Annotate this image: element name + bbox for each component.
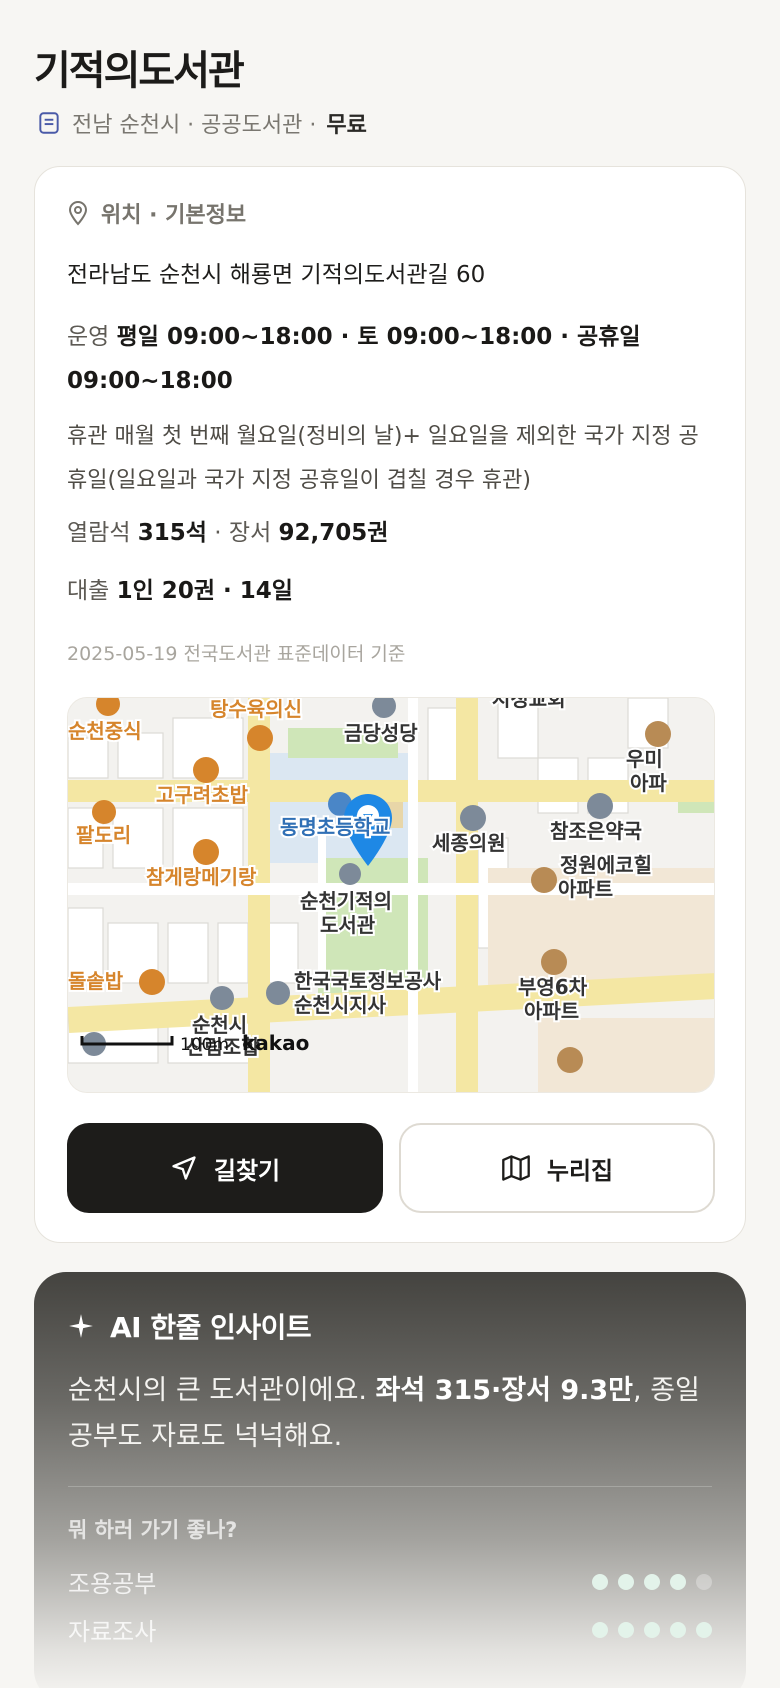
map-label: 순천중식 — [68, 719, 142, 743]
ai-insight-card: AI 한줄 인사이트 순천시의 큰 도서관이에요. 좌석 315·장서 9.3만… — [34, 1272, 746, 1688]
homepage-button[interactable]: 누리집 — [399, 1123, 715, 1213]
section-label: 위치 · 기본정보 — [101, 203, 247, 228]
books-value: 92,705권 — [278, 520, 389, 546]
closed-days: 휴관 매월 첫 번째 월요일(정비의 날)+ 일요일을 제외한 국가 지정 공휴… — [67, 415, 707, 503]
loan-label: 대출 — [67, 578, 110, 604]
purpose-label: 조용공부 — [68, 1570, 157, 1598]
navigation-arrow-icon — [172, 1156, 196, 1180]
map-brand: kakao — [242, 1031, 309, 1055]
fee-badge: 무료 — [326, 113, 367, 138]
ai-question: 뭐 하러 가기 좋나? — [68, 1518, 238, 1542]
map-label: 팥도리 — [76, 823, 131, 847]
map-label: 우미 — [626, 747, 663, 771]
map-label: 금당성당 — [344, 721, 418, 745]
directions-label: 길찾기 — [213, 1156, 281, 1185]
map-label: 순천기적의 — [300, 889, 392, 913]
section-header: 위치 · 기본정보 — [67, 197, 246, 229]
library-meta: 전남 순천시 · 공공도서관 · 무료 — [36, 106, 367, 140]
address: 전라남도 순천시 해룡면 기적의도서관길 60 — [67, 262, 486, 288]
books-label: 장서 — [228, 520, 272, 546]
map-scale: 100m — [180, 1035, 229, 1055]
opening-hours: 운영 평일 09:00~18:00 · 토 09:00~18:00 · 공휴일 … — [67, 315, 707, 403]
purpose-label: 자료조사 — [68, 1618, 157, 1646]
ai-insight-title: AI 한줄 인사이트 — [110, 1311, 312, 1344]
location-pin-icon — [68, 201, 88, 226]
rating-dot-empty — [696, 1573, 712, 1590]
map-icon — [502, 1155, 530, 1181]
rating-dot-filled — [592, 1573, 608, 1590]
map-label: 한국국토정보공사 — [294, 969, 442, 993]
sparkle-icon — [69, 1314, 93, 1338]
info-card: 위치 · 기본정보 전라남도 순천시 해룡면 기적의도서관길 60 운영 평일 … — [34, 166, 746, 1243]
map-label: 부영6차 — [518, 975, 588, 999]
rating-dot-filled — [644, 1621, 660, 1638]
purpose-rating — [592, 1573, 712, 1590]
map-label: 아파트 — [558, 877, 613, 901]
map-label: 세종의원 — [432, 831, 506, 855]
map-label: 시청교회 — [492, 698, 566, 711]
library-region-type: 전남 순천시 · 공공도서관 · — [72, 113, 317, 138]
purpose-rating — [592, 1621, 712, 1638]
map-label: 동명초등학교 — [280, 815, 390, 839]
directions-button[interactable]: 길찾기 — [67, 1123, 383, 1213]
closed-value: 매월 첫 번째 월요일(정비의 날)+ 일요일을 제외한 국가 지정 공휴일(일… — [67, 424, 699, 493]
hours-label: 운영 — [67, 324, 110, 350]
location-map[interactable]: 탕수육의신 금당성당 시청교회 순천중식 고구려초밥 우미 아파 팥도리 동명초… — [67, 697, 715, 1093]
closed-label: 휴관 — [67, 424, 108, 449]
homepage-label: 누리집 — [546, 1156, 614, 1185]
loan-policy: 대출 1인 20권 · 14일 — [67, 571, 293, 605]
seats-books: 열람석 315석 · 장서 92,705권 — [67, 520, 389, 546]
ai-text-highlight: 좌석 315·장서 9.3만 — [375, 1375, 634, 1406]
map-label: 정원에코힐 — [560, 853, 652, 877]
map-label: 도서관 — [320, 913, 376, 937]
map-label: 참게랑메기랑 — [146, 865, 257, 889]
rating-dot-filled — [670, 1573, 686, 1590]
map-label: 아파 — [630, 771, 667, 795]
rating-dot-filled — [618, 1573, 634, 1590]
ai-insight-text: 순천시의 큰 도서관이에요. 좌석 315·장서 9.3만, 종일 공부도 자료… — [68, 1368, 708, 1460]
loan-value: 1인 20권 · 14일 — [116, 578, 293, 604]
purpose-row: 조용공부 — [68, 1564, 712, 1599]
map-label: 돌솥밥 — [68, 969, 124, 993]
purpose-row: 자료조사 — [68, 1612, 712, 1647]
map-label: 참조은약국 — [550, 819, 642, 843]
rating-dot-filled — [618, 1621, 634, 1638]
rating-dot-filled — [670, 1621, 686, 1638]
map-label: 아파트 — [524, 999, 579, 1023]
ai-insight-header: AI 한줄 인사이트 — [68, 1306, 312, 1346]
hours-value: 평일 09:00~18:00 · 토 09:00~18:00 · 공휴일 09:… — [67, 324, 641, 394]
map-label: 탕수육의신 — [210, 698, 302, 721]
rating-dot-filled — [644, 1573, 660, 1590]
divider — [68, 1486, 712, 1487]
ai-text-part: 순천시의 큰 도서관이에요. — [68, 1375, 376, 1406]
map-label: 순천시 — [192, 1013, 247, 1037]
data-basis-note: 2025-05-19 전국도서관 표준데이터 기준 — [67, 643, 406, 665]
seats-label: 열람석 — [67, 520, 131, 546]
rating-dot-filled — [592, 1621, 608, 1638]
rating-dot-filled — [696, 1621, 712, 1638]
map-label: 순천시지사 — [294, 993, 387, 1017]
map-label: 고구려초밥 — [156, 783, 249, 807]
document-icon — [39, 112, 59, 134]
seats-value: 315석 — [137, 520, 207, 546]
page-title: 기적의도서관 — [34, 48, 245, 94]
